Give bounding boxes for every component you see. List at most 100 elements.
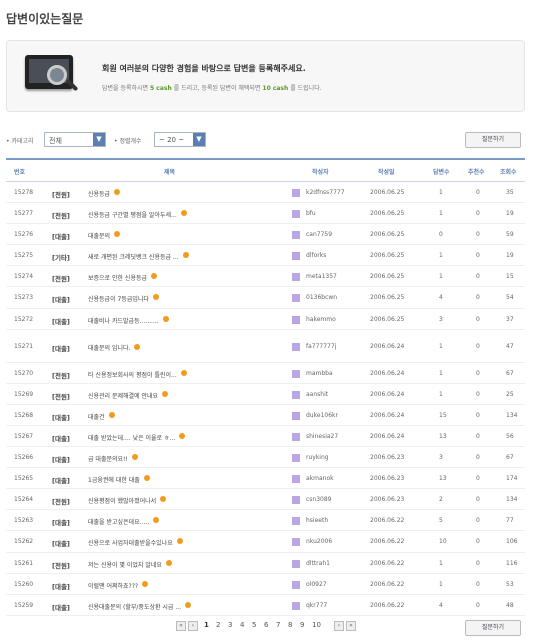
cell-title-link[interactable]: 신용으로 사업자대출받을수있나요: [88, 538, 173, 547]
page-number-link[interactable]: 4: [240, 621, 244, 629]
next-page-button[interactable]: ›: [334, 621, 344, 631]
cell-views: 47: [506, 342, 514, 350]
cell-title-link[interactable]: 신용등급: [88, 189, 110, 198]
cell-author[interactable]: fa777777j: [306, 343, 336, 350]
table-header: 번호 제목 작성자 작성일 답변수 추천수 조회수: [6, 160, 525, 182]
cell-recommend: 0: [476, 601, 480, 609]
cell-author[interactable]: ruyking: [306, 454, 329, 461]
cell-category: [전원]: [52, 191, 70, 199]
table-row[interactable]: 15263 [대출] 대출을 받고싶은데요..... hsieeth 2006.06.2…: [6, 510, 525, 532]
write-question-button[interactable]: 질문하기: [465, 132, 521, 148]
cell-title-link[interactable]: 대출문의 입니다.: [88, 343, 130, 352]
prev-page-button[interactable]: ‹: [188, 621, 198, 631]
cell-title-link[interactable]: 대출문의: [88, 231, 110, 240]
table-row[interactable]: 15271 [대출] 대출문의 입니다. fa777777j 2006.06.24 1 0 4…: [6, 330, 525, 363]
cell-title-link[interactable]: 신용평점이 했많아졌어나서: [88, 496, 156, 505]
page-number-link[interactable]: 10: [312, 621, 321, 629]
author-icon: [292, 580, 300, 589]
table-row[interactable]: 15272 [대출] 대출비나 카드발급등.......... hakemmo 2006…: [6, 309, 525, 330]
table-row[interactable]: 15268 [대출] 대출건 duke106kr 2006.06.24 15 0 134: [6, 405, 525, 426]
cell-recommend: 0: [476, 559, 480, 567]
write-question-button-bottom[interactable]: 질문하기: [465, 620, 521, 636]
last-page-button[interactable]: »: [346, 621, 356, 631]
cell-title-link[interactable]: 1금융권에 대한 대출: [88, 475, 140, 484]
cell-title-link[interactable]: 대출건: [88, 412, 105, 421]
cell-title-link[interactable]: 저는 신용이 몇 이었지 알네요: [88, 560, 162, 569]
table-row[interactable]: 15266 [대출] 급 대출문의요!! ruyking 2006.06.23 3 0 67: [6, 447, 525, 469]
page-number-link[interactable]: 3: [228, 621, 232, 629]
cell-category: [기타]: [52, 254, 70, 263]
page-number-link[interactable]: 9: [300, 621, 304, 629]
cell-author[interactable]: meta1357: [306, 273, 337, 280]
cell-date: 2006.06.24: [370, 411, 405, 419]
cell-answers: 0: [439, 231, 443, 239]
cell-title-link[interactable]: 보증으로 인한 신용등급: [88, 273, 147, 282]
cell-title-link[interactable]: 타 신용정보회사의 평점이 틀린이...: [88, 370, 177, 379]
cell-author[interactable]: mambba: [306, 370, 333, 377]
cell-author[interactable]: can7759: [306, 231, 332, 238]
cell-author[interactable]: 0136bcwn: [306, 294, 337, 301]
cell-title-link[interactable]: 이럴땐 어쩌하죠???: [88, 581, 138, 590]
cell-title-link[interactable]: 새로 개편된 크레딧뱅크 신용등급 ...: [88, 252, 179, 261]
cell-author[interactable]: hsieeth: [306, 517, 328, 524]
page-number-link[interactable]: 1: [204, 621, 209, 629]
table-row[interactable]: 15274 [전원] 보증으로 인한 신용등급 meta1357 2006.06.25 1…: [6, 266, 525, 288]
page-number-link[interactable]: 6: [264, 621, 268, 629]
cell-author[interactable]: ol0927: [306, 581, 327, 588]
cell-title-link[interactable]: 급 대출문의요!!: [88, 454, 128, 463]
table-row[interactable]: 15262 [대출] 신용으로 사업자대출받을수있나요 nku2006 2006.06.…: [6, 531, 525, 553]
cell-author[interactable]: bfu: [306, 210, 316, 217]
table-row[interactable]: 15261 [전원] 저는 신용이 몇 이었지 알네요 dlttrah1 2006.06…: [6, 553, 525, 574]
new-answer-dot-icon: [160, 496, 166, 503]
author-icon: [292, 432, 300, 441]
cell-author[interactable]: k2dfnss7777: [306, 189, 345, 196]
cell-author[interactable]: dlttrah1: [306, 560, 330, 567]
table-row[interactable]: 15273 [대출] 신용등급이 7등급입니다 0136bcwn 2006.06.25 4…: [6, 287, 525, 309]
table-row[interactable]: 15275 [기타] 새로 개편된 크레딧뱅크 신용등급 ... dlforks 200…: [6, 245, 525, 267]
cell-title-link[interactable]: 신용관리 문제해결에 안내요: [88, 391, 158, 400]
page-number-link[interactable]: 5: [252, 621, 256, 629]
table-row[interactable]: 15264 [전원] 신용평점이 했많아졌어나서 csn3089 2006.06.23 2…: [6, 489, 525, 511]
cell-author[interactable]: nku2006: [306, 538, 332, 545]
table-row[interactable]: 15278 [전원] 신용등급 k2dfnss7777 2006.06.25 1 0 35: [6, 182, 525, 204]
cell-author[interactable]: hakemmo: [306, 316, 336, 323]
table-row[interactable]: 15270 [전원] 타 신용정보회사의 평점이 틀린이... mambba 2006.…: [6, 363, 525, 384]
cell-author[interactable]: duke106kr: [306, 412, 338, 419]
author-icon: [292, 475, 300, 484]
cell-no: 15278: [14, 189, 34, 196]
category-select[interactable]: 전체 ▼: [44, 132, 106, 147]
new-answer-dot-icon: [181, 210, 187, 217]
cell-title-link[interactable]: 신용등급이 7등급입니다: [88, 294, 149, 303]
cell-author[interactable]: akmanok: [306, 475, 334, 482]
table-row[interactable]: 15276 [대출] 대출문의 can7759 2006.06.25 0 0 59: [6, 224, 525, 246]
page-number-link[interactable]: 7: [276, 621, 280, 629]
cell-title-link[interactable]: 대출을 받고싶은데요.....: [88, 517, 149, 526]
cell-author[interactable]: dlforks: [306, 252, 326, 259]
table-row[interactable]: 15267 [대출] 대출 받았는데.... 낮은 이율로 ㅎ... shinesia…: [6, 426, 525, 448]
new-answer-dot-icon: [132, 454, 138, 461]
new-answer-dot-icon: [153, 294, 159, 301]
cell-title-link[interactable]: 신용등급 구간별 평점을 알아두세...: [88, 210, 177, 219]
cell-category: [대출]: [52, 434, 70, 443]
cell-recommend: 0: [476, 496, 480, 504]
cell-recommend: 0: [476, 517, 480, 525]
page-number-link[interactable]: 2: [216, 621, 220, 629]
table-row[interactable]: 15277 [전원] 신용등급 구간별 평점을 알아두세... bfu 2006.06.…: [6, 203, 525, 225]
cell-author[interactable]: aanshit: [306, 391, 328, 398]
page-number-link[interactable]: 8: [288, 621, 292, 629]
cell-author[interactable]: csn3089: [306, 496, 332, 503]
cell-recommend: 0: [476, 252, 480, 260]
cell-date: 2006.06.25: [370, 315, 405, 323]
table-row[interactable]: 15259 [대출] 신용대출문의 (할부/중도상환 시급 ... qkr777 200…: [6, 595, 525, 616]
first-page-button[interactable]: «: [176, 621, 186, 631]
cell-author[interactable]: shinesia27: [306, 433, 338, 440]
per-page-select[interactable]: ~ 20 ~ ▼: [154, 132, 206, 147]
cell-author[interactable]: qkr777: [306, 602, 327, 609]
cell-title-link[interactable]: 대출 받았는데.... 낮은 이율로 ㅎ...: [88, 433, 175, 442]
cell-title-link[interactable]: 신용대출문의 (할부/중도상환 시급 ...: [88, 602, 181, 611]
author-icon: [292, 315, 300, 324]
table-row[interactable]: 15260 [대출] 이럴땐 어쩌하죠??? ol0927 2006.06.22 1 0 53: [6, 574, 525, 595]
table-row[interactable]: 15269 [전원] 신용관리 문제해결에 안내요 aanshit 2006.06.24…: [6, 384, 525, 405]
table-row[interactable]: 15265 [대출] 1금융권에 대한 대출 akmanok 2006.06.23 13 0…: [6, 468, 525, 490]
cell-title-link[interactable]: 대출비나 카드발급등..........: [88, 316, 159, 325]
